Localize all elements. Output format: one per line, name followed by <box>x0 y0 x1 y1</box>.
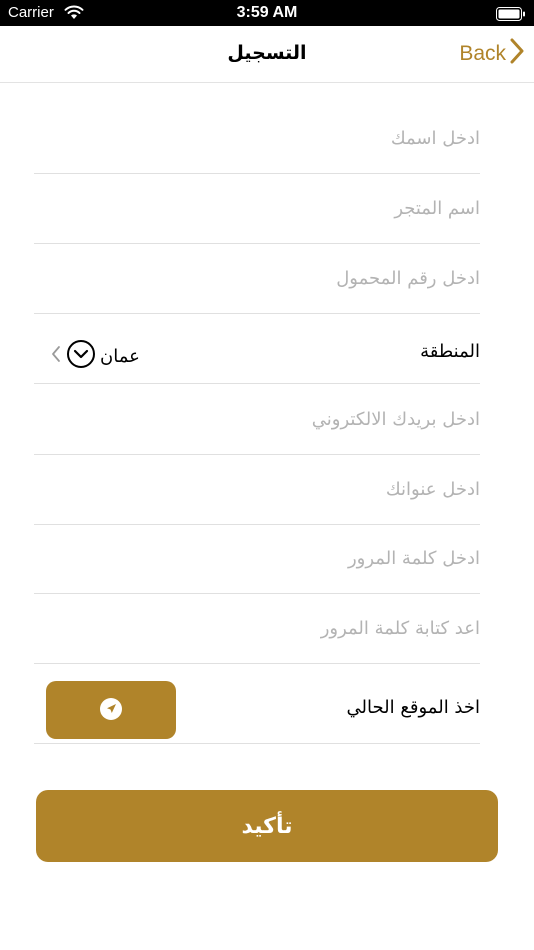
chevron-left-icon <box>50 344 62 368</box>
email-input[interactable] <box>34 384 480 454</box>
mobile-field-row <box>34 243 480 314</box>
battery-icon <box>496 6 526 25</box>
status-time: 3:59 AM <box>236 4 298 21</box>
status-bar: Carrier 3:59 AM <box>0 0 534 26</box>
region-label: المنطقة <box>420 341 480 362</box>
location-label: اخذ الموقع الحالي <box>346 697 480 718</box>
email-field-row <box>34 384 480 455</box>
back-button[interactable]: Back <box>459 38 524 70</box>
page-title: التسجيل <box>227 42 307 64</box>
store-name-input[interactable] <box>34 173 480 243</box>
region-row: المنطقة عمان <box>34 313 480 384</box>
store-name-field-row <box>34 173 480 244</box>
get-location-button[interactable] <box>46 681 176 739</box>
address-field-row <box>34 454 480 525</box>
location-arrow-icon <box>99 697 123 724</box>
name-input[interactable] <box>34 103 480 173</box>
location-row: اخذ الموقع الحالي <box>34 663 480 744</box>
mobile-input[interactable] <box>34 243 480 313</box>
chevron-right-icon <box>510 38 524 70</box>
password-input[interactable] <box>34 523 480 593</box>
name-field-row <box>34 103 480 174</box>
navigation-bar: التسجيل Back <box>0 26 534 83</box>
back-label: Back <box>459 42 506 65</box>
region-value: عمان <box>100 345 140 367</box>
confirm-password-input[interactable] <box>34 593 480 663</box>
confirm-button[interactable]: تأكيد <box>36 790 498 862</box>
region-picker[interactable]: عمان <box>50 339 140 373</box>
confirm-password-field-row <box>34 593 480 664</box>
chevron-down-circle-icon <box>66 339 96 373</box>
address-input[interactable] <box>34 454 480 524</box>
password-field-row <box>34 523 480 594</box>
